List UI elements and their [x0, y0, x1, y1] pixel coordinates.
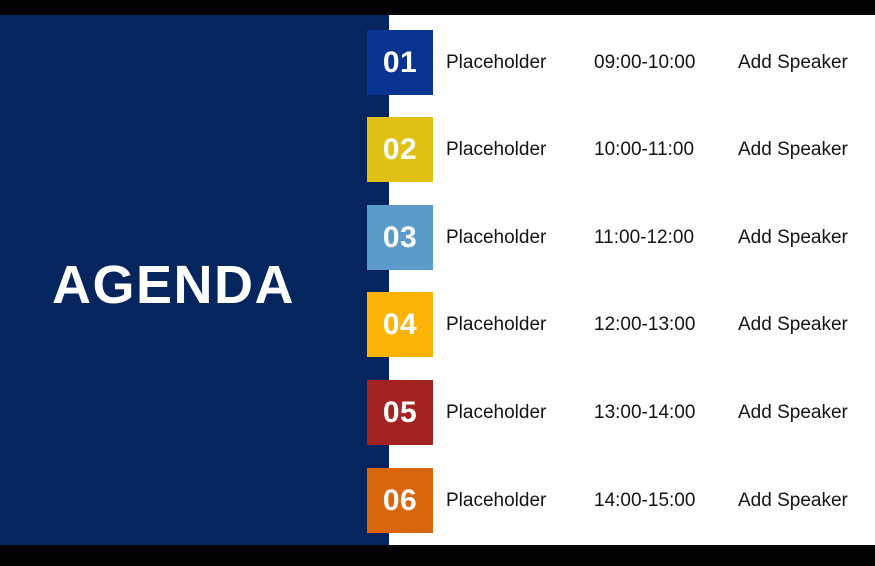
agenda-row[interactable]: 01 Placeholder 09:00-10:00 Add Speaker [367, 30, 875, 95]
agenda-number-label: 06 [382, 483, 418, 517]
agenda-speaker[interactable]: Add Speaker [738, 468, 848, 533]
agenda-number-badge: 06 [367, 468, 433, 533]
agenda-speaker[interactable]: Add Speaker [738, 30, 848, 95]
agenda-row[interactable]: 06 Placeholder 14:00-15:00 Add Speaker [367, 468, 875, 533]
agenda-row-list: 01 Placeholder 09:00-10:00 Add Speaker 0… [0, 0, 875, 566]
agenda-title[interactable]: Placeholder [446, 468, 546, 533]
agenda-number-label: 02 [382, 132, 418, 166]
bottom-black-bar [0, 545, 875, 566]
agenda-time[interactable]: 14:00-15:00 [594, 468, 695, 533]
agenda-title[interactable]: Placeholder [446, 30, 546, 95]
agenda-time[interactable]: 13:00-14:00 [594, 380, 695, 445]
agenda-time[interactable]: 09:00-10:00 [594, 30, 695, 95]
agenda-number-badge: 01 [367, 30, 433, 95]
agenda-time[interactable]: 10:00-11:00 [594, 117, 694, 182]
agenda-row[interactable]: 04 Placeholder 12:00-13:00 Add Speaker [367, 292, 875, 357]
agenda-number-badge: 05 [367, 380, 433, 445]
agenda-slide: AGENDA 01 Placeholder 09:00-10:00 Add Sp… [0, 0, 875, 566]
agenda-number-label: 03 [382, 220, 418, 254]
agenda-title[interactable]: Placeholder [446, 292, 546, 357]
agenda-title[interactable]: Placeholder [446, 205, 546, 270]
agenda-row[interactable]: 02 Placeholder 10:00-11:00 Add Speaker [367, 117, 875, 182]
agenda-number-badge: 02 [367, 117, 433, 182]
agenda-speaker[interactable]: Add Speaker [738, 380, 848, 445]
agenda-number-badge: 04 [367, 292, 433, 357]
agenda-time[interactable]: 11:00-12:00 [594, 205, 694, 270]
agenda-time[interactable]: 12:00-13:00 [594, 292, 695, 357]
agenda-speaker[interactable]: Add Speaker [738, 292, 848, 357]
agenda-speaker[interactable]: Add Speaker [738, 117, 848, 182]
agenda-number-label: 05 [382, 395, 418, 429]
agenda-number-label: 04 [382, 307, 418, 341]
agenda-title[interactable]: Placeholder [446, 380, 546, 445]
agenda-row[interactable]: 03 Placeholder 11:00-12:00 Add Speaker [367, 205, 875, 270]
agenda-title[interactable]: Placeholder [446, 117, 546, 182]
agenda-speaker[interactable]: Add Speaker [738, 205, 848, 270]
agenda-number-badge: 03 [367, 205, 433, 270]
agenda-number-label: 01 [382, 45, 418, 79]
agenda-row[interactable]: 05 Placeholder 13:00-14:00 Add Speaker [367, 380, 875, 445]
